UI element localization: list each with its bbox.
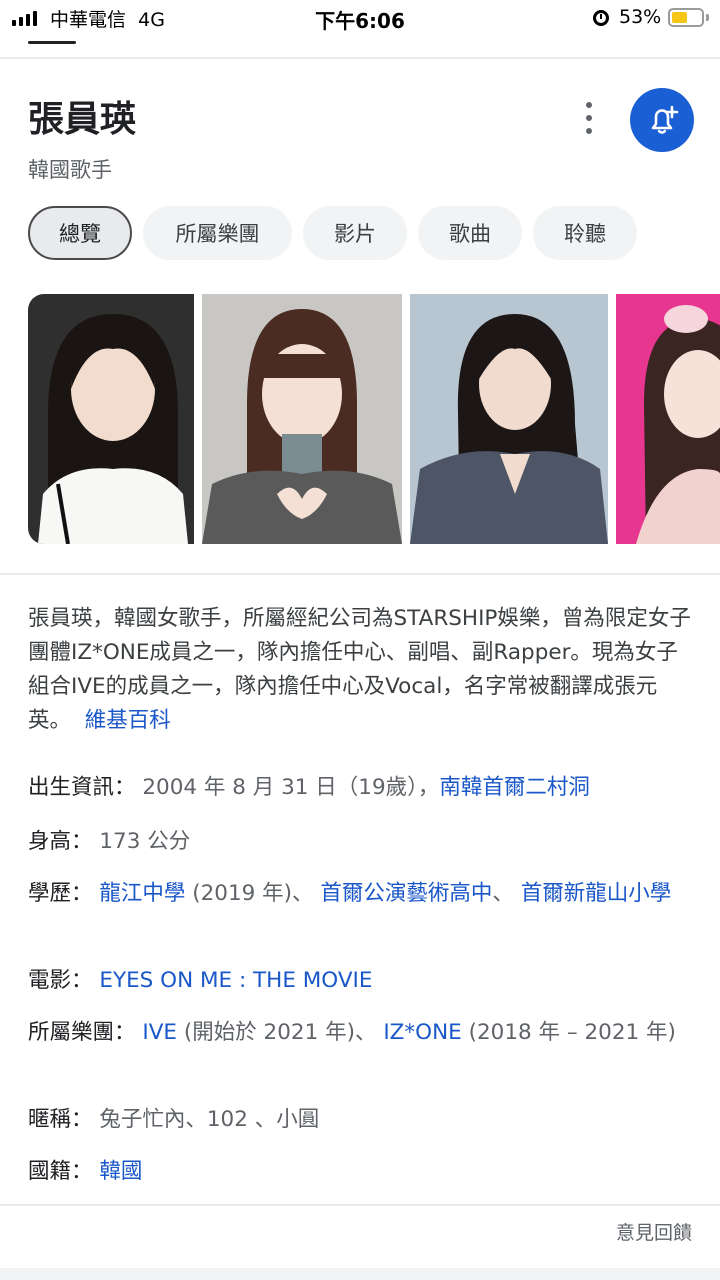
photo-1[interactable] — [28, 294, 194, 544]
fact-birth: 出生資訊： 2004 年 8 月 31 日（19歲），南韓首爾二村洞 — [28, 775, 590, 800]
school-link-1[interactable]: 龍江中學 — [99, 881, 185, 906]
divider — [0, 1204, 720, 1206]
fact-height: 身高： 173 公分 — [28, 829, 191, 854]
description: 張員瑛，韓國女歌手，所屬經紀公司為STARSHIP娛樂，曾為限定女子團體IZ*O… — [28, 602, 696, 738]
fact-nickname: 暱稱： 兔子忙內、102 、小圓 — [28, 1107, 320, 1132]
tab-songs[interactable]: 歌曲 — [418, 206, 522, 260]
battery-percent: 53% — [619, 6, 662, 28]
school-link-2[interactable]: 首爾公演藝術高中 — [320, 881, 492, 906]
photo-4[interactable] — [616, 294, 720, 544]
follow-button[interactable] — [630, 88, 694, 152]
page-title: 張員瑛 — [28, 99, 137, 140]
photo-2[interactable] — [202, 294, 402, 544]
fact-groups: 所屬樂團： IVE (開始於 2021 年)、 IZ*ONE (2018 年 –… — [28, 1020, 676, 1045]
tab-indicator — [28, 41, 76, 44]
status-bar: 中華電信 4G 下午6:06 53% — [0, 0, 720, 44]
tab-videos[interactable]: 影片 — [303, 206, 407, 260]
alarm-icon — [593, 10, 609, 26]
bottom-bar — [0, 1268, 720, 1280]
bell-add-icon — [651, 105, 679, 134]
fact-education: 學歷： 龍江中學 (2019 年)、 首爾公演藝術高中、 首爾新龍山小學 — [28, 881, 672, 906]
school-link-3[interactable]: 首爾新龍山小學 — [521, 881, 672, 906]
nationality-link[interactable]: 韓國 — [99, 1159, 142, 1184]
battery-tip — [706, 14, 709, 21]
photo-3[interactable] — [410, 294, 608, 544]
tab-listen[interactable]: 聆聽 — [533, 206, 637, 260]
birthplace-link[interactable]: 南韓首爾二村洞 — [439, 775, 590, 800]
fact-film: 電影： EYES ON ME : THE MOVIE — [28, 968, 373, 993]
wikipedia-link[interactable]: 維基百科 — [85, 708, 171, 733]
divider — [0, 57, 720, 59]
clock: 下午6:06 — [315, 9, 405, 33]
tab-overview[interactable]: 總覽 — [28, 206, 132, 260]
group-link-izone[interactable]: IZ*ONE — [383, 1020, 461, 1045]
tab-groups[interactable]: 所屬樂團 — [143, 206, 292, 260]
battery-icon — [668, 8, 704, 27]
page-subtitle: 韓國歌手 — [28, 158, 112, 182]
fact-nationality: 國籍： 韓國 — [28, 1159, 143, 1184]
divider — [0, 573, 720, 575]
more-vert-icon — [586, 102, 592, 108]
more-options-button[interactable] — [574, 100, 604, 136]
group-link-ive[interactable]: IVE — [142, 1020, 177, 1045]
feedback-link[interactable]: 意見回饋 — [616, 1218, 692, 1245]
film-link[interactable]: EYES ON ME : THE MOVIE — [99, 968, 372, 993]
